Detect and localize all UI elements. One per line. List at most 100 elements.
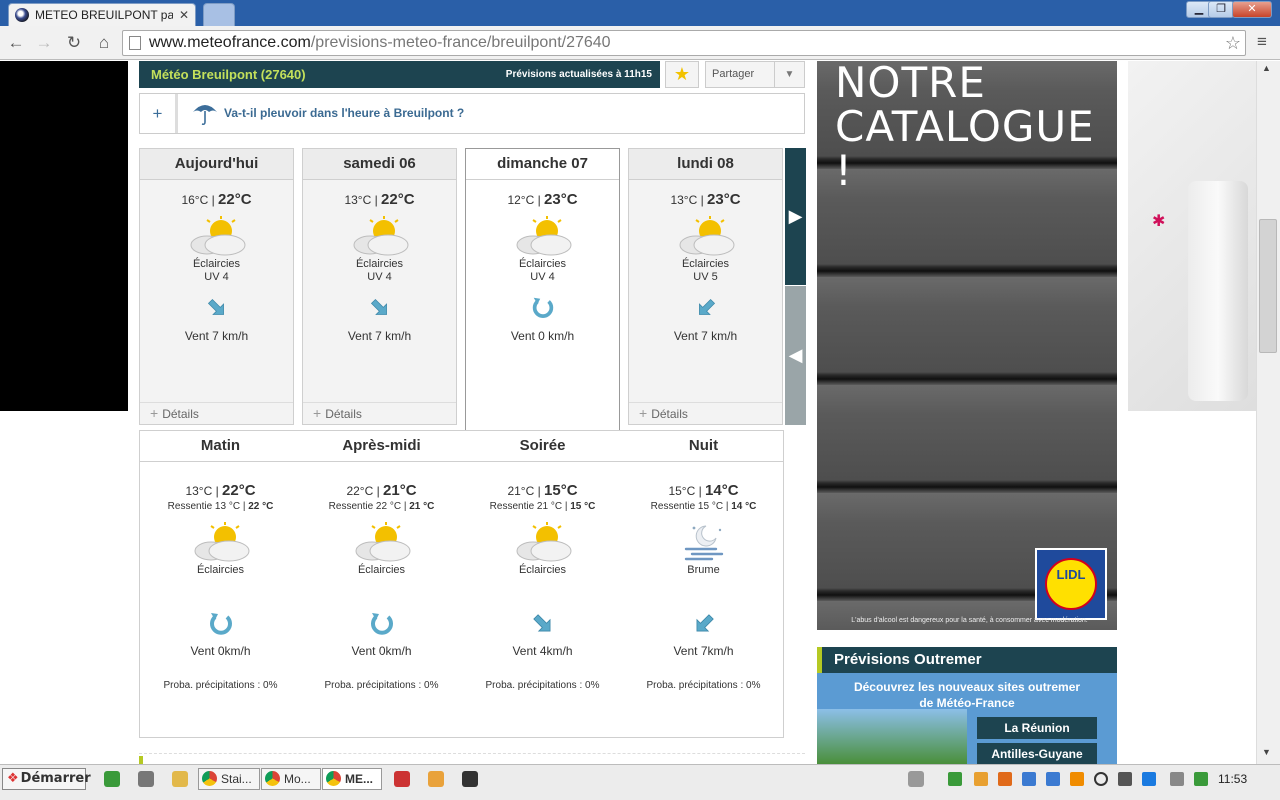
forward-arrow-icon[interactable]: → (34, 33, 54, 53)
location-header: Météo Breuilpont (27640) Prévisions actu… (139, 61, 660, 88)
taskbar: ❖ Démarrer Stai... Mo... ME... 11:53 (0, 764, 1280, 800)
details-link[interactable]: + Détails (303, 402, 456, 424)
day-card[interactable]: dimanche 07 12°C | 23°C Éclaircies UV 4 … (465, 148, 620, 431)
7zip-icon[interactable] (462, 771, 478, 787)
reunion-button[interactable]: La Réunion (977, 717, 1097, 739)
users-icon[interactable] (998, 772, 1012, 786)
day-wind: Vent 7 km/h (184, 329, 249, 343)
temp-min: 13°C (185, 484, 213, 498)
periods-panel: Matin 13°C | 22°C Ressentie 13 °C | 22 °… (139, 430, 784, 738)
vase-decoration (1188, 181, 1248, 401)
period-condition: Éclaircies (357, 564, 406, 576)
task-chrome-1[interactable]: Stai... (198, 768, 260, 790)
period-condition: Éclaircies (518, 564, 567, 576)
felt-temp-max: 15 °C (570, 501, 596, 512)
temp-min: 13°C (344, 193, 372, 207)
details-link[interactable]: + Détails (629, 402, 782, 424)
wind-arrow-icon (696, 614, 714, 632)
favorite-star-button[interactable]: ★ (665, 61, 699, 88)
task-chrome-2[interactable]: Mo... (261, 768, 321, 790)
day-condition: Éclaircies (518, 258, 567, 270)
pdf-icon[interactable] (394, 771, 410, 787)
reload-icon[interactable]: ↻ (64, 33, 84, 53)
tab-close-icon[interactable]: ✕ (179, 8, 189, 22)
felt-temp-min: Ressentie 15 °C (650, 501, 724, 512)
circle-icon[interactable] (1094, 772, 1108, 786)
update-icon[interactable] (974, 772, 988, 786)
antilles-guyane-button[interactable]: Antilles-Guyane (977, 743, 1097, 764)
day-card[interactable]: samedi 06 13°C | 22°C Éclaircies UV 4 Ve… (302, 148, 457, 425)
prev-days-arrow[interactable]: ◀ (785, 286, 806, 425)
wifi-icon[interactable] (1070, 772, 1084, 786)
network-icon[interactable] (1194, 772, 1208, 786)
back-arrow-icon[interactable]: ← (6, 33, 26, 53)
wind-arrow-icon (532, 614, 550, 632)
notes-icon[interactable] (908, 771, 924, 787)
period-column: Matin 13°C | 22°C Ressentie 13 °C | 22 °… (140, 431, 301, 737)
bookmark-star-icon[interactable]: ☆ (1225, 33, 1241, 54)
mail-icon[interactable] (1022, 772, 1036, 786)
scroll-down-icon[interactable]: ▼ (1262, 747, 1271, 757)
new-tab-button[interactable] (203, 3, 235, 26)
felt-temp-max: 22 °C (248, 501, 274, 512)
media-player-icon[interactable] (104, 771, 120, 787)
temp-min: 21°C (507, 484, 535, 498)
details-link[interactable]: + Détails (140, 402, 293, 424)
chrome-icon (265, 771, 280, 786)
security-icon[interactable] (948, 772, 962, 786)
maximize-button[interactable]: ❐ (1208, 1, 1234, 18)
day-card[interactable]: lundi 08 13°C | 23°C Éclaircies UV 5 Ven… (628, 148, 783, 425)
task-label: ME... (345, 772, 374, 786)
felt-temp-max: 14 °C (731, 501, 757, 512)
tools-icon[interactable] (138, 771, 154, 787)
pen-icon[interactable] (1046, 772, 1060, 786)
system-tray: 11:53 (942, 768, 1280, 792)
felt-temp-min: Ressentie 22 °C (328, 501, 402, 512)
temp-min: 22°C (346, 484, 374, 498)
device-icon[interactable] (1118, 772, 1132, 786)
volume-icon[interactable] (1170, 772, 1184, 786)
day-card[interactable]: Aujourd'hui 16°C | 22°C Éclaircies UV 4 … (139, 148, 294, 425)
period-wind: Vent 0km/h (190, 644, 251, 658)
day-condition: Éclaircies (192, 258, 241, 270)
sun-cloud-icon (516, 216, 571, 256)
meteo-favicon-icon (15, 8, 29, 22)
home-icon[interactable]: ⌂ (94, 33, 114, 53)
skype-icon[interactable] (1142, 772, 1156, 786)
ad-legal-text: L'abus d'alcool est dangereux pour la sa… (851, 617, 1088, 624)
page-viewport: Météo Breuilpont (27640) Prévisions actu… (0, 61, 1256, 764)
ad-title-line1: NOTRE (835, 61, 986, 107)
scroll-up-icon[interactable]: ▲ (1262, 63, 1271, 73)
app-icon[interactable] (428, 771, 444, 787)
precip-probability: Proba. précipitations : 0% (485, 680, 600, 691)
next-days-arrow[interactable]: ▶ (785, 148, 806, 285)
sun-cloud-icon (516, 522, 571, 562)
close-window-button[interactable]: ✕ (1232, 1, 1272, 18)
share-button[interactable]: Partager ▼ (705, 61, 805, 88)
task-chrome-3[interactable]: ME... (322, 768, 382, 790)
period-wind: Vent 7km/h (673, 644, 734, 658)
umbrella-icon (193, 105, 217, 126)
plus-icon: + (639, 405, 648, 421)
lidl-ad[interactable]: NOTRE CATALOGUE ! LIDL L'abus d'alcool e… (817, 61, 1117, 630)
tab-meteo[interactable]: METEO BREUILPONT pa ✕ (8, 3, 196, 26)
address-bar[interactable]: www.meteofrance.com/previsions-meteo-fra… (122, 30, 1246, 56)
scroll-thumb[interactable] (1259, 219, 1277, 353)
task-label: Mo... (284, 772, 311, 786)
page-icon (129, 36, 141, 50)
share-dropdown-icon[interactable]: ▼ (774, 62, 804, 87)
menu-icon[interactable]: ≡ (1252, 33, 1272, 51)
start-button[interactable]: ❖ Démarrer (2, 768, 91, 790)
lidl-logo-text: LIDL (1056, 567, 1086, 582)
wind-arrow-icon (370, 298, 387, 315)
rain-question[interactable]: Va-t-il pleuvoir dans l'heure à Breuilpo… (224, 106, 464, 120)
expand-plus-icon[interactable]: + (140, 94, 178, 133)
day-wind: Vent 7 km/h (673, 329, 738, 343)
period-column: Soirée 21°C | 15°C Ressentie 21 °C | 15 … (462, 431, 623, 737)
folder-icon[interactable] (172, 771, 188, 787)
page-scrollbar[interactable]: ▲ ▼ (1256, 61, 1280, 764)
url-path: /previsions-meteo-france/breuilpont/2764… (310, 34, 611, 51)
felt-temp: Ressentie 21 °C | 15 °C (489, 501, 596, 512)
period-wind: Vent 0km/h (351, 644, 412, 658)
rain-hour-bar[interactable]: + Va-t-il pleuvoir dans l'heure à Breuil… (139, 93, 805, 134)
